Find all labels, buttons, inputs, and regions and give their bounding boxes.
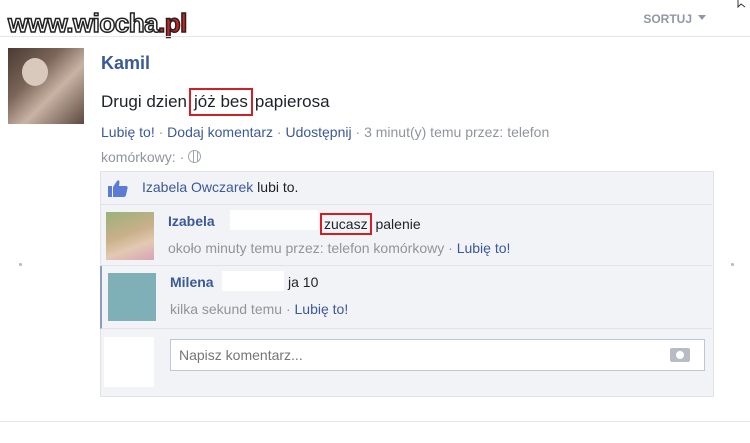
post-text-start: Drugi dzien (101, 92, 187, 111)
liker-name[interactable]: Izabela Owczarek (142, 179, 253, 195)
divider (0, 36, 750, 37)
add-comment-link[interactable]: Dodaj komentarz (167, 124, 273, 140)
comment-text: zucasz palenie (320, 213, 421, 235)
watermark: www.wiocha.pl (7, 7, 188, 39)
post-timestamp: 3 minut(y) temu przez: telefon (364, 124, 550, 140)
post-text-end: papierosa (254, 92, 330, 111)
post-author[interactable]: Kamil (101, 53, 150, 74)
comment-meta: około minuty temu przez: telefon komórko… (168, 240, 511, 256)
comment-item: Izabela zucasz palenie około minuty temu… (100, 205, 712, 266)
highlighted-text: zucasz (320, 213, 372, 235)
comment-input-box[interactable] (170, 339, 705, 371)
author-avatar[interactable] (8, 48, 84, 124)
like-link[interactable]: Lubię to! (101, 124, 155, 140)
share-link[interactable]: Udostępnij (285, 124, 351, 140)
post-text: Drugi dzien jóż bes papierosa (101, 88, 330, 116)
camera-icon[interactable] (670, 348, 690, 362)
redaction (230, 210, 318, 230)
post-actions: Lubię to! · Dodaj komentarz · Udostępnij… (101, 124, 550, 165)
sort-button[interactable]: SORTUJ (643, 12, 692, 26)
comment-text: ja 10 (288, 274, 319, 290)
likes-summary: Izabela Owczarek lubi to. (100, 172, 712, 205)
commenter-avatar[interactable] (108, 273, 156, 321)
user-avatar (104, 337, 154, 387)
thumbs-up-icon (108, 180, 128, 197)
divider (0, 421, 750, 422)
likes-text: Izabela Owczarek lubi to. (142, 179, 299, 195)
comment-item: Milena ja 10 kilka sekund temu · Lubię t… (100, 266, 712, 329)
commenter-avatar[interactable] (106, 212, 154, 260)
commenter-name[interactable]: Milena (170, 274, 214, 290)
decorative-dot (19, 263, 22, 266)
cursor-icon (737, 0, 746, 8)
reply-row (100, 329, 712, 395)
comment-like-link[interactable]: Lubię to! (295, 301, 349, 317)
highlighted-text: jóż bes (189, 88, 253, 116)
chevron-down-icon[interactable] (698, 15, 706, 20)
globe-icon[interactable] (188, 150, 202, 163)
commenter-name[interactable]: Izabela (168, 213, 215, 229)
post-device: komórkowy: (101, 149, 176, 165)
comment-meta: kilka sekund temu · Lubię to! (170, 301, 349, 317)
decorative-dot (731, 263, 734, 266)
redaction (222, 271, 284, 291)
comment-like-link[interactable]: Lubię to! (457, 240, 511, 256)
comment-input[interactable] (177, 346, 661, 364)
